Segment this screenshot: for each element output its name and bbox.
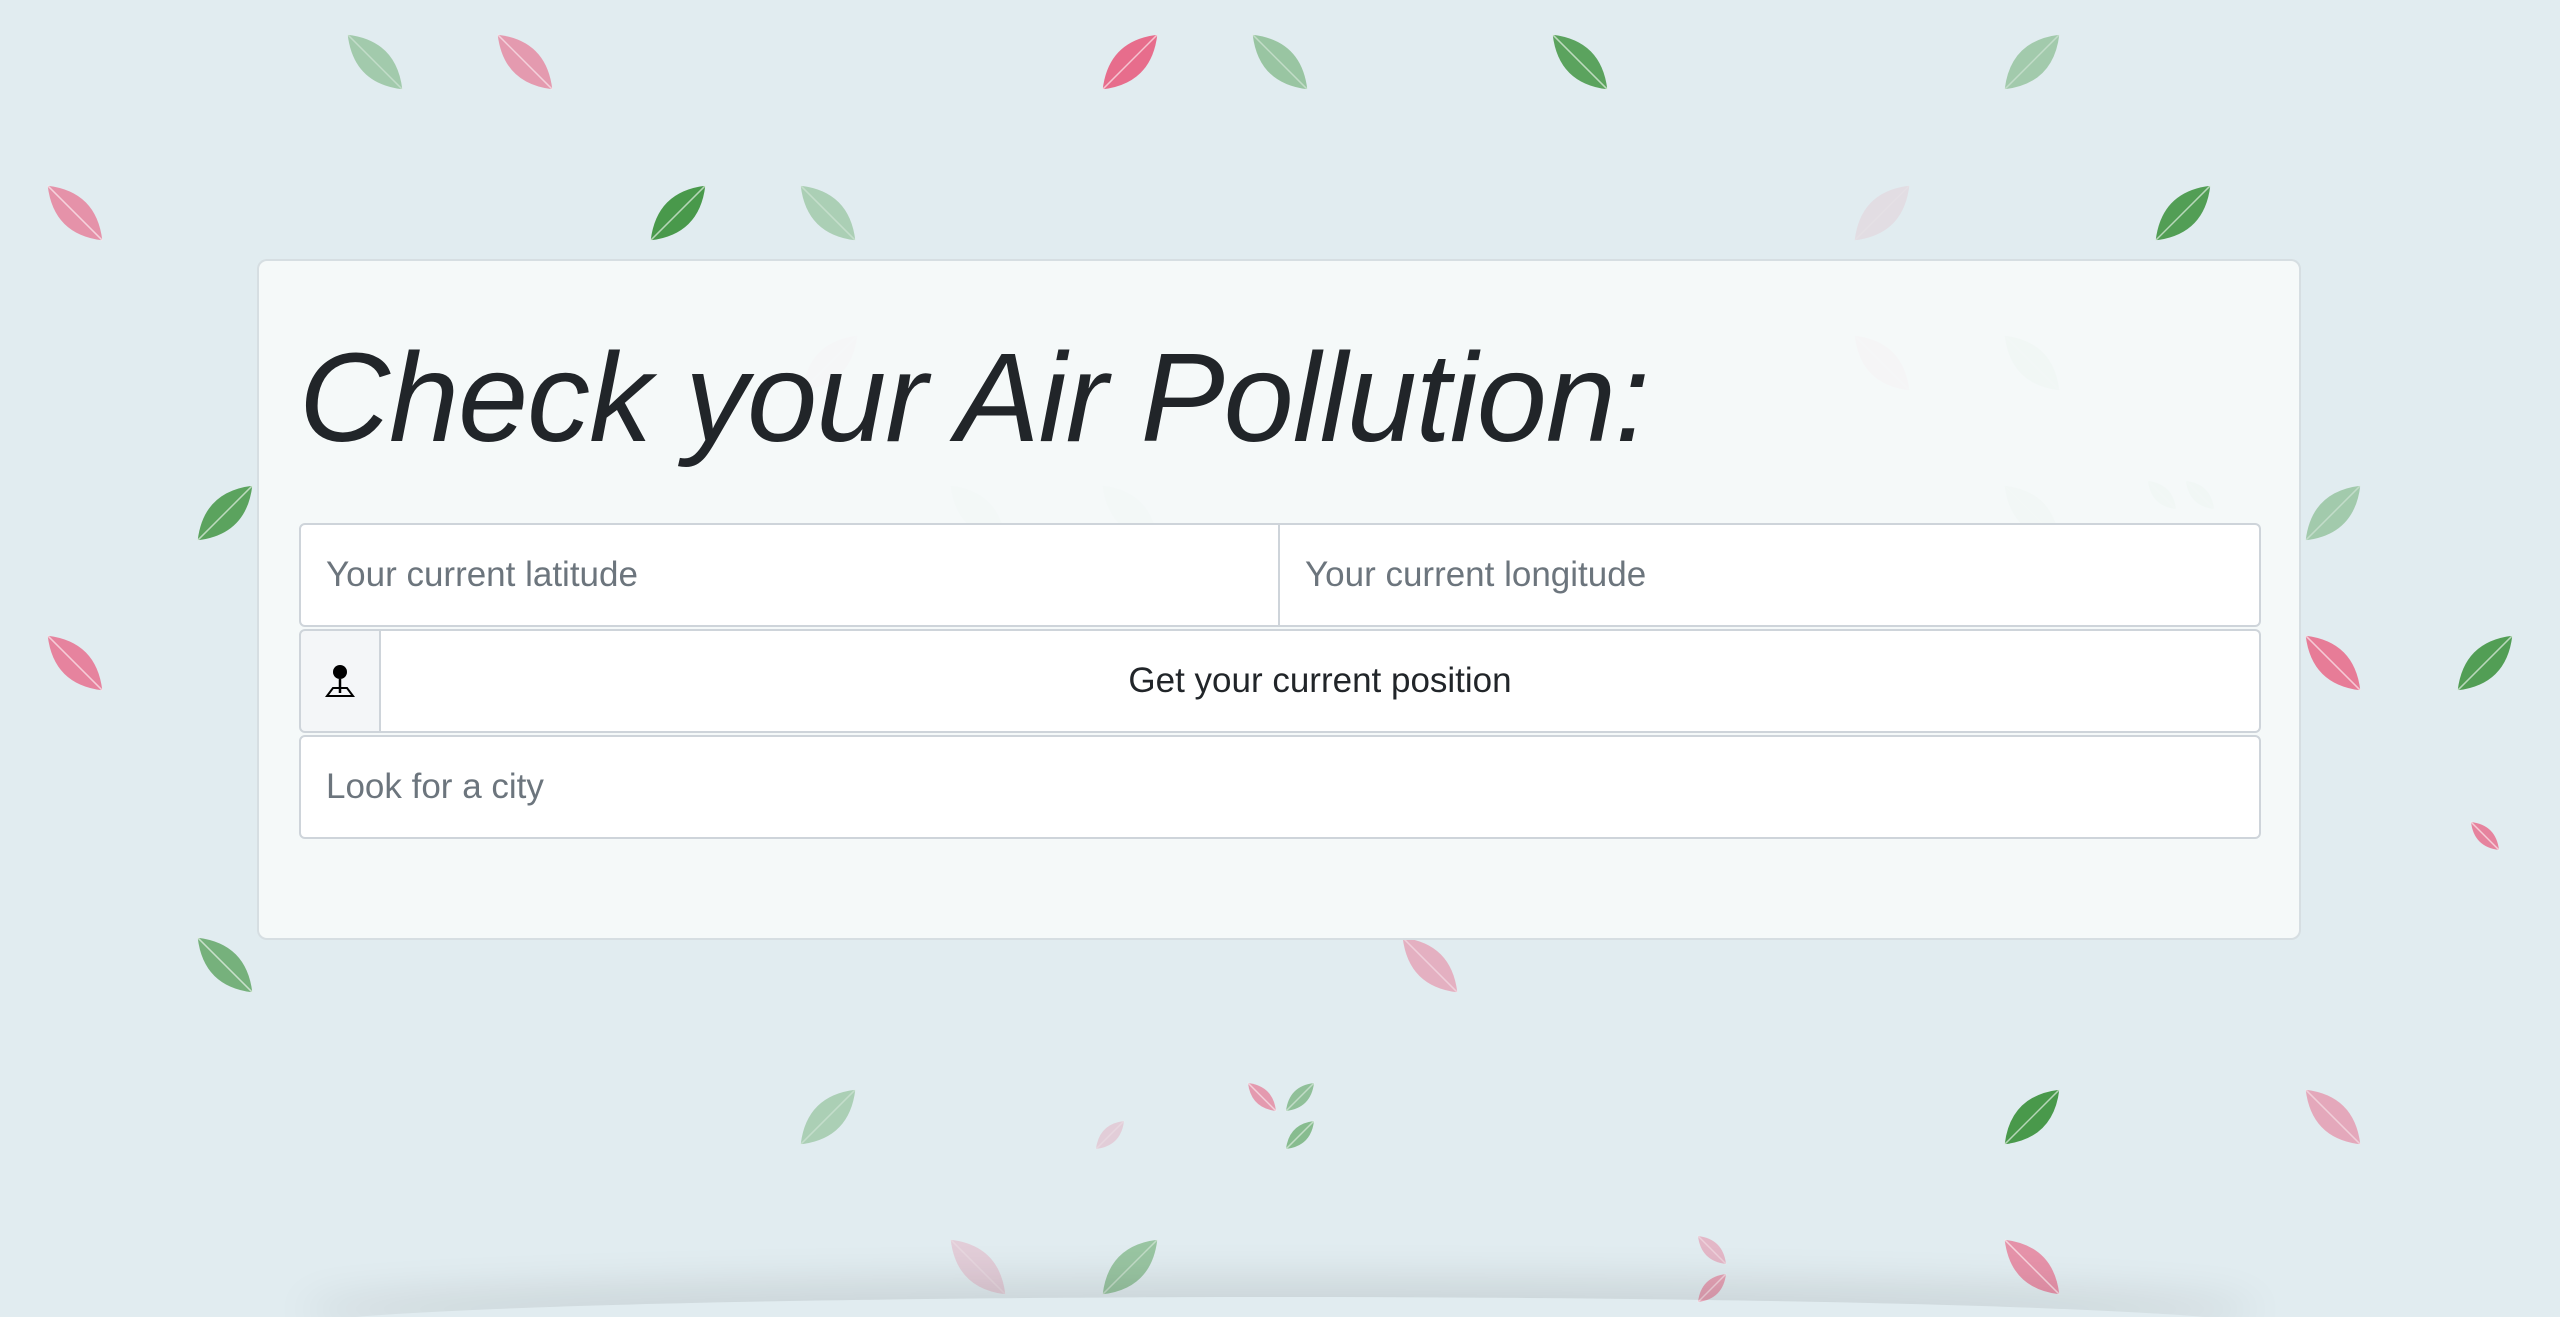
leaf-vein-29 <box>2004 1239 2060 1295</box>
city-search-input[interactable] <box>299 735 2261 839</box>
longitude-input[interactable] <box>1280 523 2261 627</box>
leaf-vein-0 <box>347 34 403 90</box>
leaf-vein-17 <box>1402 937 1458 993</box>
leaf-vein-4 <box>1552 34 1608 90</box>
leaf-vein-22 <box>1095 1120 1125 1150</box>
leaf-vein-11 <box>197 485 253 541</box>
location-form: Get your current position <box>299 523 2261 839</box>
leaf-vein-18 <box>800 1089 856 1145</box>
map-pin-glyph <box>325 665 355 697</box>
leaf-vein-13 <box>2305 635 2361 691</box>
map-pin-icon[interactable] <box>299 629 381 733</box>
leaf-vein-6 <box>47 185 103 241</box>
leaf-vein-35 <box>2305 485 2361 541</box>
latitude-input[interactable] <box>299 523 1280 627</box>
leaf-vein-8 <box>800 185 856 241</box>
get-current-position-button[interactable]: Get your current position <box>381 629 2261 733</box>
air-pollution-card: Check your Air Pollution: Get your curre… <box>257 259 2301 940</box>
leaf-vein-24 <box>2305 1089 2361 1145</box>
leaf-vein-21 <box>1285 1120 1315 1150</box>
leaf-vein-25 <box>950 1239 1006 1295</box>
page-title: Check your Air Pollution: <box>299 327 1650 468</box>
leaf-vein-28 <box>1697 1273 1727 1303</box>
leaf-vein-15 <box>2470 821 2500 851</box>
leaf-vein-10 <box>2155 185 2211 241</box>
leaf-vein-5 <box>2004 34 2060 90</box>
leaf-vein-23 <box>2004 1089 2060 1145</box>
leaf-vein-9 <box>1854 185 1910 241</box>
coordinates-row <box>299 523 2261 627</box>
current-position-row: Get your current position <box>299 629 2261 733</box>
leaf-vein-27 <box>1697 1235 1727 1265</box>
leaf-vein-16 <box>197 937 253 993</box>
leaf-vein-2 <box>1102 34 1158 90</box>
leaf-vein-20 <box>1285 1082 1315 1112</box>
leaf-vein-12 <box>47 635 103 691</box>
leaf-vein-26 <box>1102 1239 1158 1295</box>
leaf-vein-7 <box>650 185 706 241</box>
leaf-vein-1 <box>497 34 553 90</box>
leaf-vein-19 <box>1247 1082 1277 1112</box>
leaf-vein-14 <box>2457 635 2513 691</box>
leaf-vein-3 <box>1252 34 1308 90</box>
